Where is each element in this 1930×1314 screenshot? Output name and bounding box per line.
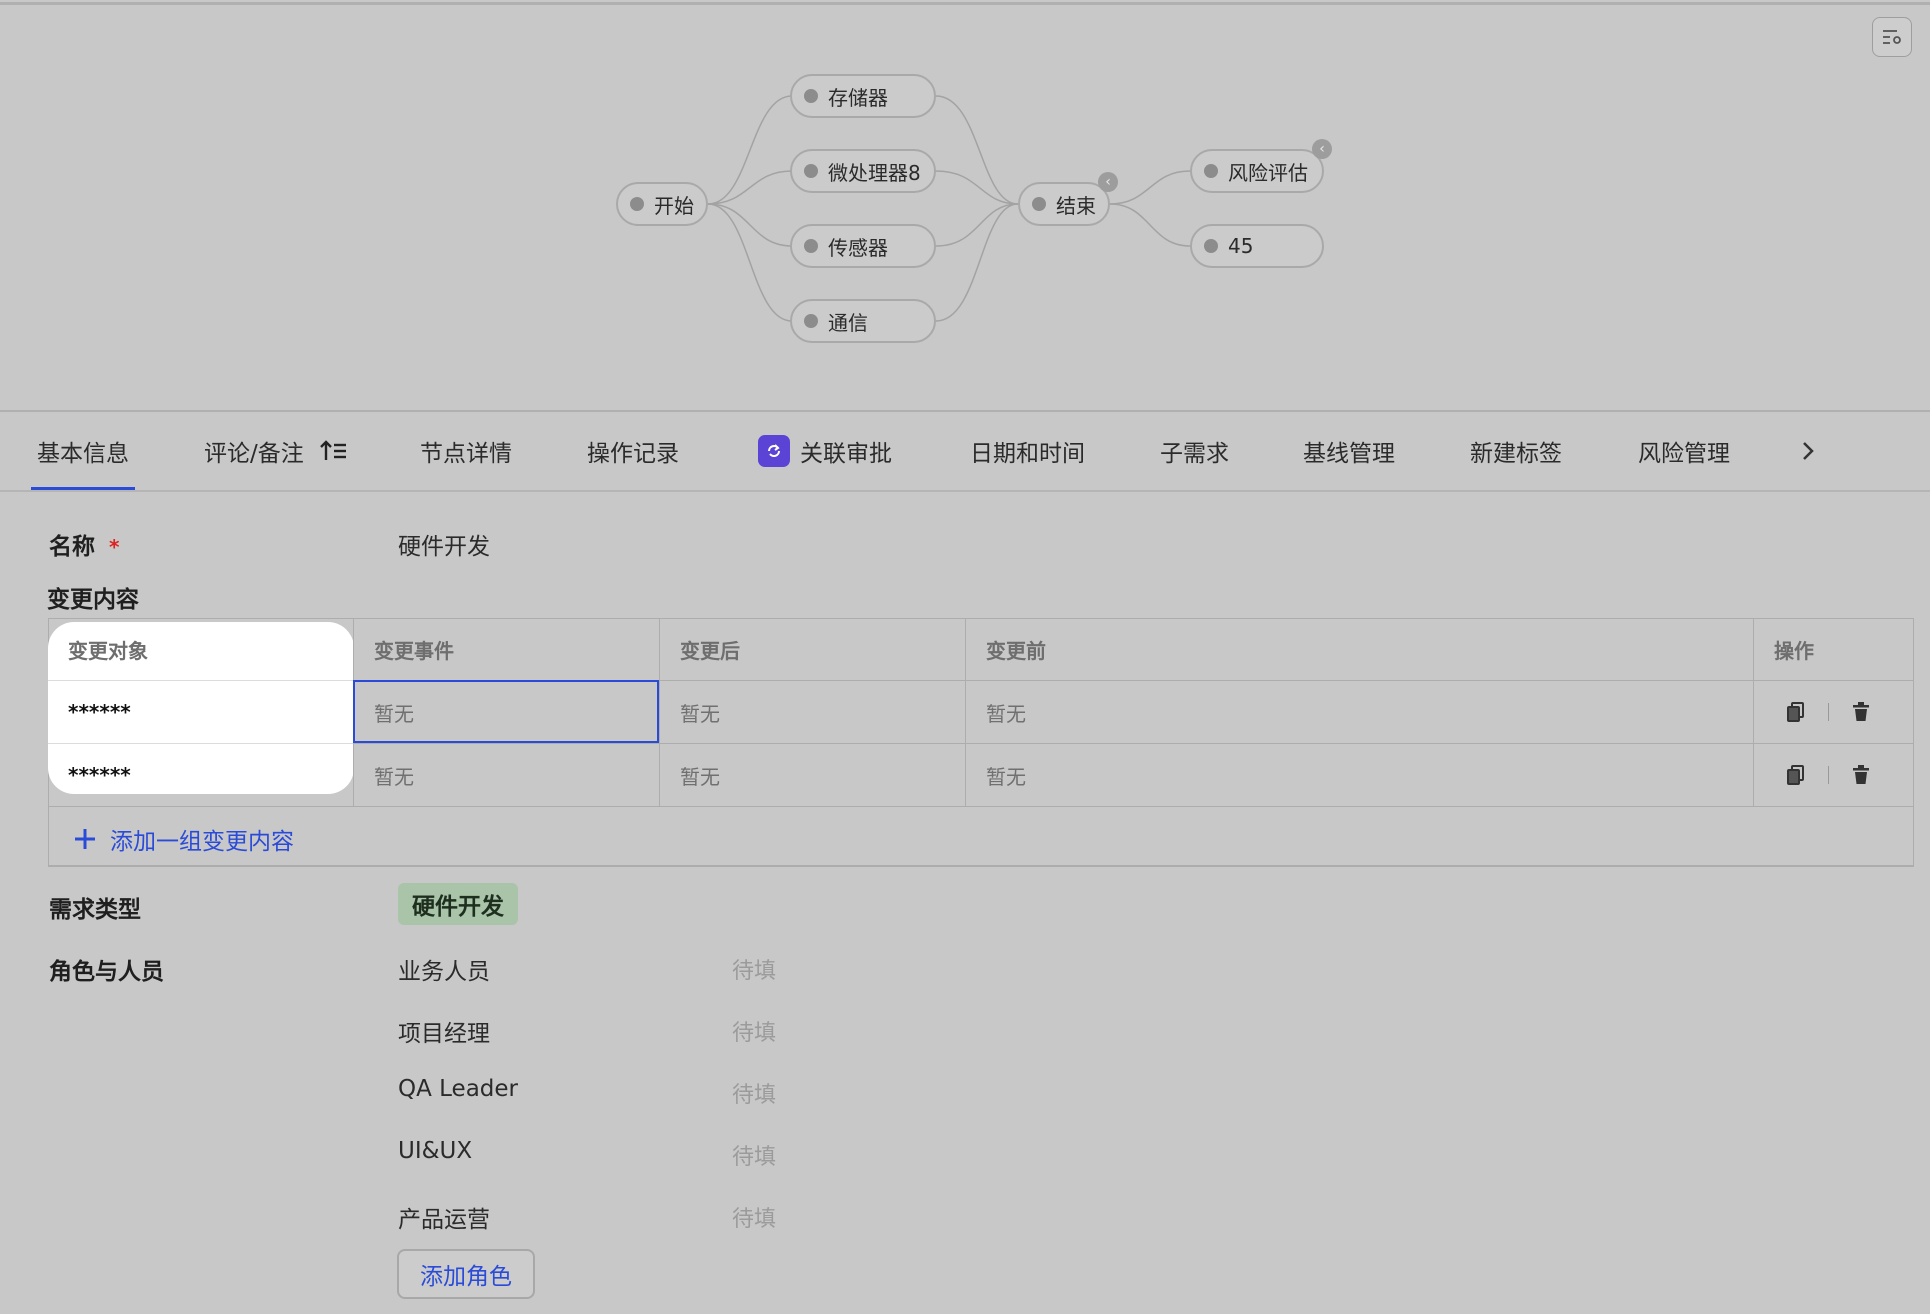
node-label: 45 [1228,234,1254,258]
tab-date-time[interactable]: 日期和时间 [970,412,1085,490]
role-name: 产品运营 [398,1207,490,1233]
requirement-type-label: 需求类型 [49,897,141,923]
tab-comments[interactable]: 评论/备注 [204,412,348,490]
tabs-divider [0,490,1930,492]
role-value[interactable]: 待填 [732,1201,776,1233]
action-separator [1828,766,1829,784]
tab-basic-info[interactable]: 基本信息 [31,412,135,490]
th-after-change: 变更后 [680,638,740,663]
collapse-icon[interactable]: ‹ [1312,139,1332,159]
flow-node-risk[interactable]: 风险评估 ‹ [1190,139,1332,193]
th-actions: 操作 [1774,638,1814,663]
node-label: 结束 [1056,193,1096,218]
th-change-event: 变更事件 [374,638,454,663]
tab-sub-requirements[interactable]: 子需求 [1160,412,1229,490]
node-label: 开始 [654,193,694,218]
role-name: 业务人员 [398,959,490,985]
th-change-object: 变更对象 [68,638,148,663]
cell-before-change[interactable]: 暂无 [966,744,1754,806]
role-value[interactable]: 待填 [732,1077,776,1109]
trash-icon[interactable] [1851,701,1871,723]
row-actions [1786,701,1871,723]
role-value[interactable]: 待填 [732,1139,776,1171]
plus-icon [75,829,95,849]
node-dot-icon [804,164,818,178]
cell-change-object[interactable]: ****** [48,681,354,743]
flow-canvas[interactable]: 开始 存储器 微处理器8 传感器 通信 结束 ‹ 风险评估 ‹ 45 [0,5,1930,412]
node-label: 存储器 [828,85,888,110]
flow-connectors [707,95,1191,322]
node-dot-icon [1204,164,1218,178]
roles-label: 角色与人员 [49,959,164,985]
add-row-border [1913,806,1914,867]
node-label: 传感器 [828,235,888,260]
requirement-type-tag[interactable]: 硬件开发 [398,883,518,925]
flow-node-45[interactable]: 45 [1190,224,1324,268]
required-mark: * [109,535,120,559]
tab-node-details[interactable]: 节点详情 [420,412,512,490]
copy-icon[interactable] [1786,764,1806,786]
cell-before-change[interactable]: 暂无 [966,681,1754,743]
copy-icon[interactable] [1786,701,1806,723]
view-settings-button[interactable] [1872,17,1912,57]
th-before-change: 变更前 [986,638,1046,663]
cell-change-object[interactable]: ****** [48,744,354,806]
add-row-border [48,806,49,867]
cell-after-change[interactable]: 暂无 [660,744,966,806]
approval-link-icon [758,435,790,467]
cell-change-event[interactable]: 暂无 [354,744,660,806]
node-label: 风险评估 [1228,160,1308,185]
collapse-icon[interactable]: ‹ [1098,172,1118,192]
node-dot-icon [1032,197,1046,211]
node-dot-icon [804,239,818,253]
flow-node-comm[interactable]: 通信 [790,299,936,343]
name-value[interactable]: 硬件开发 [398,527,490,561]
node-dot-icon [1204,239,1218,253]
add-row-border [48,866,1914,867]
selected-cell-outline [353,680,659,743]
tab-baseline[interactable]: 基线管理 [1303,412,1395,490]
role-value[interactable]: 待填 [732,1015,776,1047]
tabs-next-button[interactable] [1800,412,1816,490]
role-name: UI&UX [398,1138,473,1164]
tab-related-approval[interactable]: 关联审批 [758,412,892,490]
tab-risk-management[interactable]: 风险管理 [1638,412,1730,490]
chevron-right-icon [1803,442,1814,460]
trash-icon[interactable] [1851,764,1871,786]
flow-node-end[interactable]: 结束 ‹ [1018,172,1118,226]
cell-after-change[interactable]: 暂无 [660,681,966,743]
node-dot-icon [630,197,644,211]
node-dot-icon [804,314,818,328]
flow-node-storage[interactable]: 存储器 [790,74,936,118]
action-separator [1828,703,1829,721]
role-name: QA Leader [398,1076,519,1102]
tab-operation-log[interactable]: 操作记录 [587,412,679,490]
role-value[interactable]: 待填 [732,953,776,985]
node-label: 微处理器8 [828,160,921,185]
add-change-button[interactable]: 添加一组变更内容 [72,822,294,856]
add-role-button[interactable]: 添加角色 [397,1249,535,1299]
flow-node-start[interactable]: 开始 [616,182,708,226]
tab-bar: 基本信息 评论/备注 节点详情 操作记录 关联审批 日期和时间 子需求 基线管理… [0,412,1930,490]
role-name: 项目经理 [398,1021,490,1047]
sort-icon[interactable] [319,439,348,463]
flow-node-sensor[interactable]: 传感器 [790,224,936,268]
row-divider [48,806,1914,807]
name-label: 名称 * [49,534,120,560]
change-content-label: 变更内容 [47,587,139,613]
flow-node-microprocessor[interactable]: 微处理器8 [790,149,936,193]
node-label: 通信 [828,310,868,335]
row-actions [1786,764,1871,786]
node-dot-icon [804,89,818,103]
list-settings-icon [1883,30,1901,44]
tab-new-label[interactable]: 新建标签 [1470,412,1562,490]
